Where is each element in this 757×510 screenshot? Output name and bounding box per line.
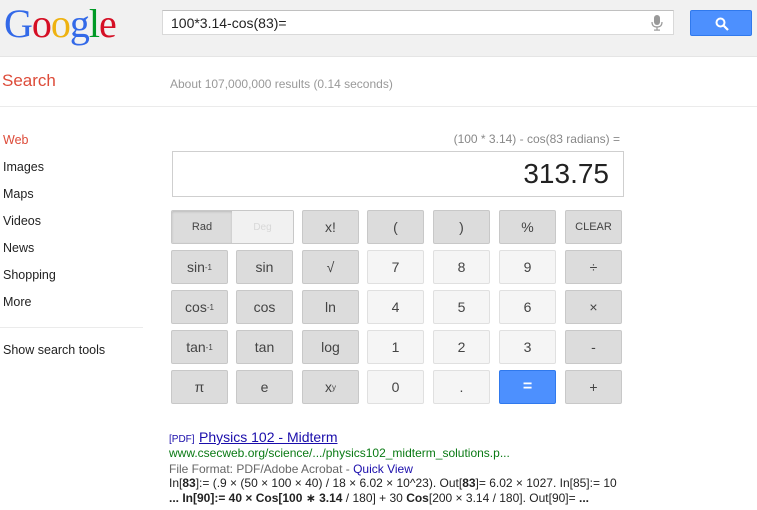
minus-key[interactable]: - <box>565 330 622 364</box>
rad-button[interactable]: Rad <box>172 211 232 243</box>
snippet-highlight: Cos <box>406 491 429 505</box>
ln-key[interactable]: ln <box>302 290 359 324</box>
calculator-result: 313.75 <box>523 158 609 189</box>
search-result: [PDF] Physics 102 - Midterm www.csecweb.… <box>169 429 649 505</box>
key-label: sin <box>186 259 205 275</box>
result-stats: About 107,000,000 results (0.14 seconds) <box>170 77 393 91</box>
search-input[interactable] <box>171 14 631 32</box>
snippet-line: In[83]:= (.9 × (50 × 100 × 40) / 18 × 6.… <box>169 476 617 491</box>
show-search-tools-link[interactable]: Show search tools <box>3 343 105 357</box>
open-paren-key[interactable]: ( <box>367 210 424 244</box>
log-key[interactable]: log <box>302 330 359 364</box>
key-label: cos <box>185 299 207 315</box>
quick-view-link[interactable]: Quick View <box>353 462 413 476</box>
inverse-superscript: -1 <box>205 342 213 352</box>
search-box[interactable] <box>162 10 674 35</box>
microphone-icon[interactable] <box>651 15 663 31</box>
nav-item-web[interactable]: Web <box>3 133 28 147</box>
digit-8-key[interactable]: 8 <box>433 250 490 284</box>
nav-item-more[interactable]: More <box>3 295 31 309</box>
digit-2-key[interactable]: 2 <box>433 330 490 364</box>
nav-item-maps[interactable]: Maps <box>3 187 34 201</box>
nav-item-videos[interactable]: Videos <box>3 214 41 228</box>
angle-mode-toggle[interactable]: Rad Deg <box>171 210 294 244</box>
sqrt-key[interactable]: √ <box>302 250 359 284</box>
close-paren-key[interactable]: ) <box>433 210 490 244</box>
result-url: www.csecweb.org/science/.../physics102_m… <box>169 446 510 460</box>
percent-key[interactable]: % <box>499 210 556 244</box>
nav-item-images[interactable]: Images <box>3 160 44 174</box>
arctan-key[interactable]: tan -1 <box>171 330 228 364</box>
snippet-line: ... In[90]:= 40 × Cos[100 ∗ 3.14 / 180] … <box>169 491 617 506</box>
calculator-expression: (100 * 3.14) - cos(83 radians) = <box>453 132 620 146</box>
key-label: x <box>325 379 332 395</box>
cos-key[interactable]: cos <box>236 290 293 324</box>
logo-letter: g <box>69 1 90 46</box>
snippet-text: In[ <box>169 476 183 490</box>
nav-divider <box>0 327 143 328</box>
deg-button[interactable]: Deg <box>232 211 293 243</box>
search-icon <box>715 17 729 31</box>
file-format-label: File Format: PDF/Adobe Acrobat - <box>169 462 354 476</box>
snippet-text: ]:= (.9 × (50 × 100 × 40) / 18 × 6.02 × … <box>195 476 463 490</box>
snippet-highlight: ... <box>578 491 589 505</box>
digit-5-key[interactable]: 5 <box>433 290 490 324</box>
logo-letter: e <box>99 1 117 46</box>
digit-1-key[interactable]: 1 <box>367 330 424 364</box>
snippet-text: ]= 6.02 × 1027. In[85]:= 10 <box>475 476 617 490</box>
plus-key[interactable]: + <box>565 370 622 404</box>
result-snippet: In[83]:= (.9 × (50 × 100 × 40) / 18 × 6.… <box>169 476 617 506</box>
search-section-label: Search <box>2 71 56 90</box>
divider <box>0 106 757 107</box>
power-key[interactable]: xy <box>302 370 359 404</box>
digit-7-key[interactable]: 7 <box>367 250 424 284</box>
snippet-highlight: ... In[90]:= 40 × <box>169 491 256 505</box>
arcsin-key[interactable]: sin -1 <box>171 250 228 284</box>
snippet-highlight: 83 <box>462 476 476 490</box>
equals-key[interactable]: = <box>499 370 556 404</box>
result-title-link[interactable]: Physics 102 - Midterm <box>199 429 337 445</box>
result-file-format: File Format: PDF/Adobe Acrobat - Quick V… <box>169 462 413 476</box>
decimal-key[interactable]: . <box>433 370 490 404</box>
logo-letter: o <box>31 1 52 46</box>
pdf-tag: [PDF] <box>169 434 195 445</box>
snippet-text: / 180] + 30 <box>342 491 407 505</box>
divide-key[interactable]: ÷ <box>565 250 622 284</box>
e-key[interactable]: e <box>236 370 293 404</box>
google-logo[interactable]: Google <box>4 1 117 46</box>
key-label: tan <box>186 339 206 355</box>
snippet-highlight: 83 <box>182 476 196 490</box>
factorial-key[interactable]: x! <box>302 210 359 244</box>
calculator-display: 313.75 <box>172 151 624 197</box>
arccos-key[interactable]: cos -1 <box>171 290 228 324</box>
result-title-line: [PDF] Physics 102 - Midterm <box>169 429 649 447</box>
digit-3-key[interactable]: 3 <box>499 330 556 364</box>
digit-6-key[interactable]: 6 <box>499 290 556 324</box>
search-button[interactable] <box>690 10 752 36</box>
digit-0-key[interactable]: 0 <box>367 370 424 404</box>
nav-item-news[interactable]: News <box>3 241 34 255</box>
sin-key[interactable]: sin <box>236 250 293 284</box>
logo-letter: G <box>4 1 33 46</box>
digit-9-key[interactable]: 9 <box>499 250 556 284</box>
header-bar: Google <box>0 0 757 57</box>
clear-key[interactable]: CLEAR <box>565 210 622 244</box>
pi-key[interactable]: π <box>171 370 228 404</box>
tan-key[interactable]: tan <box>236 330 293 364</box>
multiply-key[interactable]: × <box>565 290 622 324</box>
digit-4-key[interactable]: 4 <box>367 290 424 324</box>
power-superscript: y <box>332 382 336 392</box>
nav-item-shopping[interactable]: Shopping <box>3 268 56 282</box>
logo-letter: o <box>50 1 71 46</box>
snippet-text: [200 × 3.14 / 180]. Out[90]= <box>428 491 579 505</box>
inverse-superscript: -1 <box>206 302 214 312</box>
snippet-highlight: Cos[100 ∗ 3.14 <box>255 491 343 505</box>
inverse-superscript: -1 <box>204 262 213 272</box>
logo-letter: l <box>88 1 100 46</box>
